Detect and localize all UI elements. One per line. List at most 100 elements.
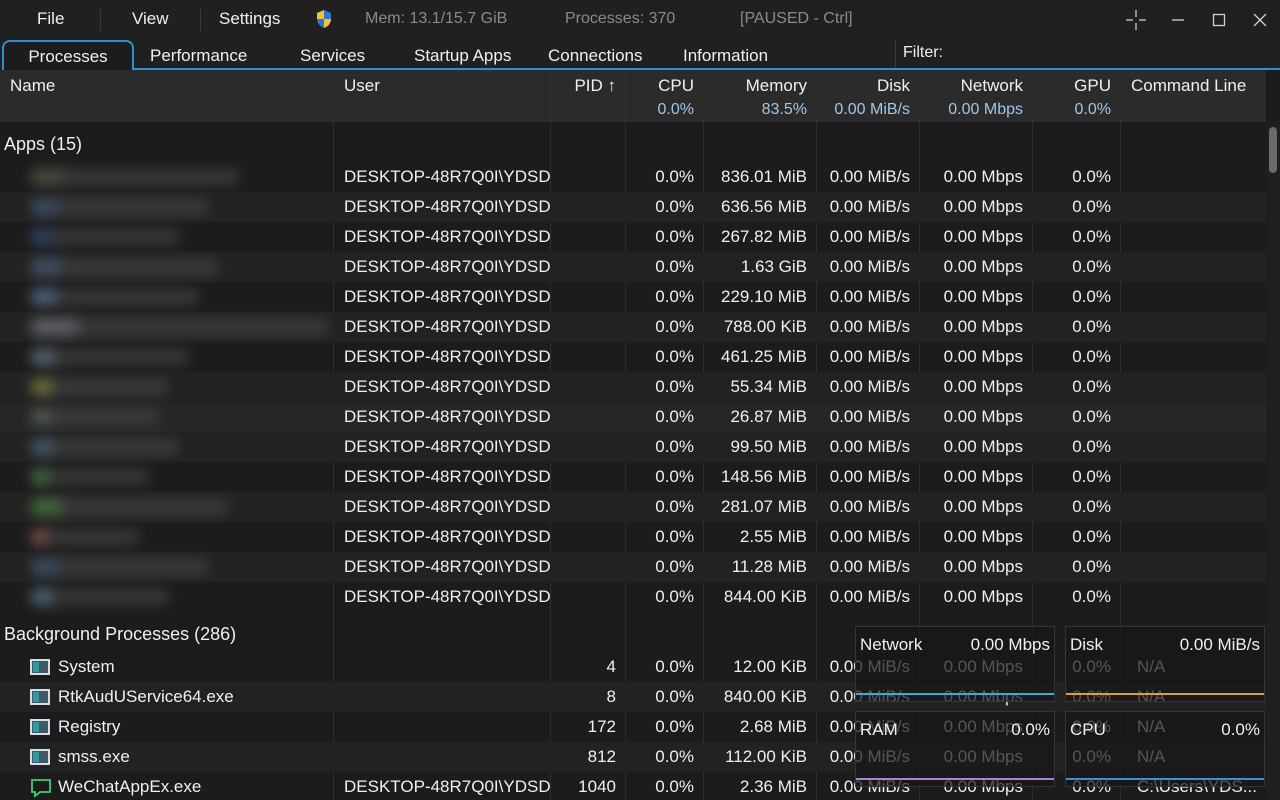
redacted-app-name [30, 258, 220, 276]
app-network-cell: 0.00 Mbps [943, 557, 1023, 576]
app-gpu-cell: 0.0% [1072, 407, 1111, 426]
app-row[interactable]: DESKTOP-48R7Q0I\YDSD 0.0% 148.56 MiB 0.00 M… [0, 462, 1266, 492]
filter-label: Filter: [903, 44, 943, 61]
app-cpu-cell: 0.0% [655, 497, 694, 516]
tab-startup-apps[interactable]: Startup Apps [414, 46, 511, 66]
move-button[interactable] [1116, 6, 1156, 34]
app-row[interactable]: DESKTOP-48R7Q0I\YDSD 0.0% 1.63 GiB 0.00 MiB… [0, 252, 1266, 282]
app-row[interactable]: DESKTOP-48R7Q0I\YDSD 0.0% 11.28 MiB 0.00 Mi… [0, 552, 1266, 582]
app-row[interactable]: DESKTOP-48R7Q0I\YDSD 0.0% 844.00 KiB 0.00 M… [0, 582, 1266, 612]
process-memory-cell: 112.00 KiB [725, 747, 807, 766]
apps-group-header[interactable]: Apps (15) [0, 130, 1266, 160]
app-row[interactable]: DESKTOP-48R7Q0I\YDSD 0.0% 636.56 MiB 0.00 M… [0, 192, 1266, 222]
cpu-total: 0.0% [657, 101, 694, 118]
window-icon [30, 749, 50, 765]
scrollbar-thumb[interactable] [1269, 127, 1277, 173]
tab-services[interactable]: Services [300, 46, 365, 66]
minimize-icon [1172, 19, 1184, 21]
process-name: WeChatAppEx.exe [58, 777, 202, 796]
app-disk-cell: 0.00 MiB/s [829, 197, 910, 216]
column-network[interactable]: Network [920, 76, 1023, 96]
menu-file[interactable]: File [37, 9, 64, 29]
app-memory-cell: 836.01 MiB [721, 167, 807, 186]
tab-connections[interactable]: Connections [548, 46, 643, 66]
maximize-button[interactable] [1199, 6, 1239, 34]
menu-separator [100, 9, 101, 31]
redacted-app-name [30, 558, 210, 576]
app-gpu-cell: 0.0% [1072, 227, 1111, 246]
app-memory-cell: 788.00 KiB [723, 317, 807, 336]
app-user-cell: DESKTOP-48R7Q0I\YDSD [344, 497, 551, 516]
app-row[interactable]: DESKTOP-48R7Q0I\YDSD 0.0% 281.07 MiB 0.00 M… [0, 492, 1266, 522]
column-cpu[interactable]: CPU [626, 76, 694, 96]
app-cpu-cell: 0.0% [655, 557, 694, 576]
paused-indicator: [PAUSED - Ctrl] [740, 10, 853, 27]
app-network-cell: 0.00 Mbps [943, 347, 1023, 366]
column-gpu[interactable]: GPU [1033, 76, 1111, 96]
column-command-line[interactable]: Command Line [1131, 76, 1246, 96]
process-count: Processes: 370 [565, 10, 676, 27]
app-user-cell: DESKTOP-48R7Q0I\YDSD [344, 377, 551, 396]
menu-view[interactable]: View [132, 9, 169, 29]
app-network-cell: 0.00 Mbps [943, 587, 1023, 606]
app-row[interactable]: DESKTOP-48R7Q0I\YDSD 0.0% 461.25 MiB 0.00 M… [0, 342, 1266, 372]
cpu-mini-graph: CPU 0.0% [1065, 711, 1265, 787]
vertical-scrollbar[interactable] [1266, 122, 1280, 800]
network-graph-line [856, 693, 1054, 695]
app-gpu-cell: 0.0% [1072, 167, 1111, 186]
app-disk-cell: 0.00 MiB/s [829, 167, 910, 186]
app-memory-cell: 26.87 MiB [730, 407, 807, 426]
tab-information[interactable]: Information [683, 46, 768, 66]
column-name[interactable]: Name [10, 76, 55, 96]
process-cpu-cell: 0.0% [655, 657, 694, 676]
app-user-cell: DESKTOP-48R7Q0I\YDSD [344, 317, 551, 336]
app-disk-cell: 0.00 MiB/s [829, 287, 910, 306]
app-network-cell: 0.00 Mbps [943, 467, 1023, 486]
process-memory-cell: 12.00 KiB [733, 657, 807, 676]
menu-settings[interactable]: Settings [219, 9, 280, 29]
app-gpu-cell: 0.0% [1072, 257, 1111, 276]
app-memory-cell: 1.63 GiB [740, 257, 807, 276]
minimize-button[interactable] [1158, 6, 1198, 34]
column-user[interactable]: User [344, 76, 380, 96]
app-row[interactable]: DESKTOP-48R7Q0I\YDSD 0.0% 26.87 MiB 0.00 Mi… [0, 402, 1266, 432]
process-memory-cell: 2.36 MiB [739, 777, 807, 796]
cpu-graph-label: CPU [1070, 720, 1106, 739]
column-disk[interactable]: Disk [817, 76, 910, 96]
app-network-cell: 0.00 Mbps [943, 197, 1023, 216]
app-memory-cell: 55.34 MiB [730, 377, 807, 396]
app-disk-cell: 0.00 MiB/s [829, 227, 910, 246]
app-network-cell: 0.00 Mbps [943, 257, 1023, 276]
app-memory-cell: 148.56 MiB [721, 467, 807, 486]
redacted-app-name [30, 228, 180, 246]
app-row[interactable]: DESKTOP-48R7Q0I\YDSD 0.0% 2.55 MiB 0.00 MiB… [0, 522, 1266, 552]
app-row[interactable]: DESKTOP-48R7Q0I\YDSD 0.0% 836.01 MiB 0.00 M… [0, 162, 1266, 192]
filter-input[interactable] [950, 42, 1270, 66]
app-row[interactable]: DESKTOP-48R7Q0I\YDSD 0.0% 99.50 MiB 0.00 Mi… [0, 432, 1266, 462]
app-user-cell: DESKTOP-48R7Q0I\YDSD [344, 557, 551, 576]
app-network-cell: 0.00 Mbps [943, 407, 1023, 426]
app-cpu-cell: 0.0% [655, 197, 694, 216]
app-row[interactable]: DESKTOP-48R7Q0I\YDSD 0.0% 788.00 KiB 0.00 M… [0, 312, 1266, 342]
tab-performance[interactable]: Performance [150, 46, 247, 66]
column-memory[interactable]: Memory [704, 76, 807, 96]
app-memory-cell: 99.50 MiB [730, 437, 807, 456]
app-disk-cell: 0.00 MiB/s [829, 257, 910, 276]
app-user-cell: DESKTOP-48R7Q0I\YDSD [344, 527, 551, 546]
app-disk-cell: 0.00 MiB/s [829, 317, 910, 336]
network-graph-label: Network [860, 635, 923, 654]
column-pid[interactable]: PID ↑ [550, 76, 616, 96]
cpu-graph-line [1066, 778, 1264, 780]
app-gpu-cell: 0.0% [1072, 437, 1111, 456]
app-user-cell: DESKTOP-48R7Q0I\YDSD [344, 227, 551, 246]
app-gpu-cell: 0.0% [1072, 557, 1111, 576]
close-button[interactable] [1240, 6, 1280, 34]
disk-graph-label: Disk [1070, 635, 1104, 654]
app-user-cell: DESKTOP-48R7Q0I\YDSD [344, 407, 551, 426]
tab-processes[interactable]: Processes [2, 40, 134, 71]
app-row[interactable]: DESKTOP-48R7Q0I\YDSD 0.0% 229.10 MiB 0.00 M… [0, 282, 1266, 312]
app-network-cell: 0.00 Mbps [943, 287, 1023, 306]
app-row[interactable]: DESKTOP-48R7Q0I\YDSD 0.0% 267.82 MiB 0.00 M… [0, 222, 1266, 252]
app-memory-cell: 281.07 MiB [721, 497, 807, 516]
app-row[interactable]: DESKTOP-48R7Q0I\YDSD 0.0% 55.34 MiB 0.00 Mi… [0, 372, 1266, 402]
